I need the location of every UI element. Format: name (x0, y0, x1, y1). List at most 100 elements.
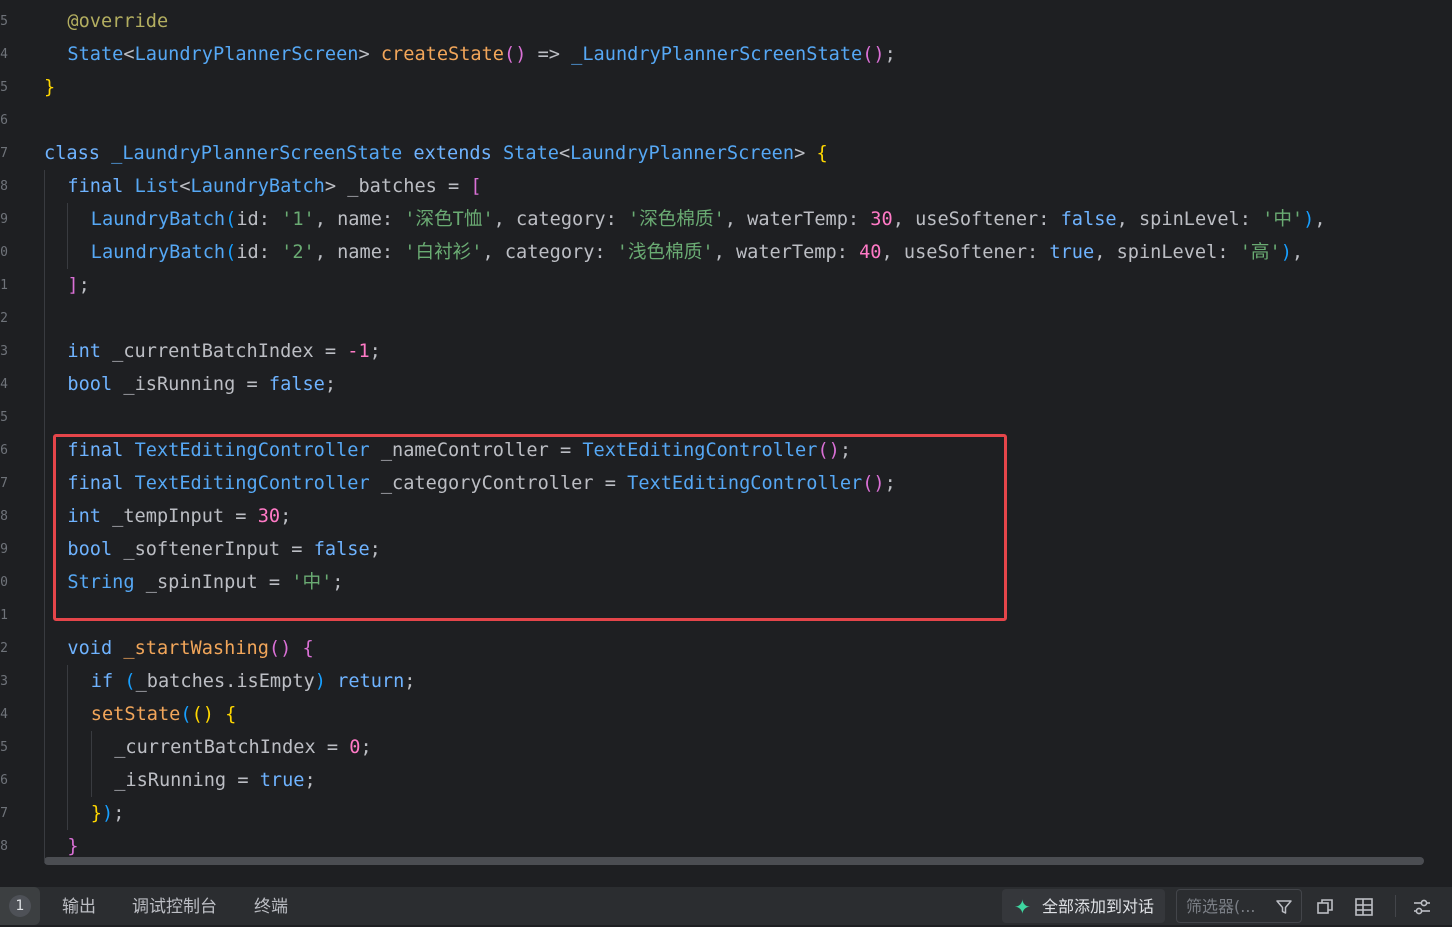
code-token: _LaundryPlannerScreenState (111, 143, 414, 164)
tab-terminal[interactable]: 终端 (254, 887, 288, 925)
code-line[interactable]: } (44, 71, 55, 104)
problems-badge[interactable]: 1 (0, 887, 40, 925)
line-number: 2 (0, 311, 8, 326)
line-number: 3 (0, 674, 8, 689)
line-number: 1 (0, 608, 8, 623)
code-token: } (90, 803, 102, 824)
code-line[interactable]: _currentBatchIndex = 0; (114, 731, 372, 764)
code-token: _isRunning = (123, 374, 269, 395)
code-token: , (1314, 209, 1326, 230)
code-token: , category: (482, 242, 617, 263)
code-token: '浅色棉质' (616, 242, 714, 263)
tab-debug-console[interactable]: 调试控制台 (132, 887, 217, 925)
copy-icon[interactable] (1314, 896, 1336, 918)
code-token: () (191, 704, 214, 725)
code-token: LaundryBatch (190, 176, 325, 197)
line-number: 5 (0, 410, 8, 425)
code-token: '2' (281, 242, 315, 263)
code-token: , category: (493, 209, 628, 230)
code-token: > (794, 143, 817, 164)
code-token: _currentBatchIndex = (114, 737, 350, 758)
code-token: ( (225, 209, 237, 230)
code-editor[interactable]: 5 4 5 6 7 8 9 0 1 2 3 4 5 6 7 8 9 0 1 2 3 4 5 6 7 8 @override Stat… (0, 0, 1452, 870)
code-token: ( (180, 704, 192, 725)
code-token: 0 (349, 737, 361, 758)
code-line[interactable]: class _LaundryPlannerScreenState extends… (44, 137, 828, 170)
code-line[interactable]: ]; (67, 269, 89, 302)
code-token: ; (369, 341, 381, 362)
code-token: LaundryBatch (90, 209, 226, 230)
tab-output[interactable]: 输出 (62, 887, 96, 925)
indent-guide (90, 731, 92, 797)
filter-input[interactable]: 筛选器(... (1176, 889, 1302, 923)
settings-sliders-icon[interactable] (1411, 896, 1433, 918)
line-number: 7 (0, 146, 8, 161)
code-token: ; (324, 374, 337, 395)
line-number: 9 (0, 212, 8, 227)
line-number-gutter: 5 4 5 6 7 8 9 0 1 2 3 4 5 6 7 8 9 0 1 2 3 4 5 6 7 8 (0, 0, 12, 870)
code-token: } (44, 77, 56, 98)
code-token: @override (67, 11, 169, 32)
filter-icon[interactable] (1275, 898, 1293, 916)
line-number: 7 (0, 806, 8, 821)
code-token: ] (67, 275, 79, 296)
code-token: ; (360, 737, 372, 758)
layout-icon[interactable] (1353, 896, 1375, 918)
code-token: setState (90, 704, 181, 725)
code-token: , (1291, 242, 1304, 263)
code-line[interactable]: LaundryBatch(id: '2', name: '白衬衫', categ… (91, 236, 1303, 269)
code-token: > (358, 44, 381, 65)
code-token: , spinLevel: (1094, 242, 1240, 263)
code-token: return (337, 671, 405, 692)
code-token: '白衬衫' (404, 242, 483, 263)
line-number: 4 (0, 377, 8, 392)
code-token: false (1060, 209, 1117, 230)
line-number: 3 (0, 344, 8, 359)
code-token: void (67, 638, 124, 659)
code-line[interactable]: void _startWashing() { (67, 632, 313, 665)
indent-guide (67, 665, 69, 830)
divider (1395, 895, 1396, 917)
code-token: LaundryBatch (90, 242, 226, 263)
code-token: () (504, 44, 527, 65)
code-line[interactable]: @override (67, 5, 168, 38)
code-line[interactable]: int _currentBatchIndex = -1; (67, 335, 380, 368)
code-token: , name: (314, 209, 405, 230)
code-token: { (816, 143, 828, 164)
bottom-panel-bar: 1 输出 调试控制台 终端 ✦ 全部添加到对话 筛选器(... (0, 886, 1452, 925)
line-number: 1 (0, 278, 8, 293)
code-line[interactable]: final List<LaundryBatch> _batches = [ (67, 170, 481, 203)
code-token: '高' (1239, 242, 1281, 263)
code-line[interactable]: State<LaundryPlannerScreen> createState(… (67, 38, 895, 71)
code-line[interactable]: _isRunning = true; (114, 764, 316, 797)
code-token: () (862, 44, 885, 65)
line-number: 8 (0, 179, 8, 194)
code-token: ; (304, 770, 316, 791)
line-number: 0 (0, 575, 8, 590)
horizontal-scrollbar[interactable] (44, 857, 1424, 865)
sparkle-icon: ✦ (1014, 895, 1031, 919)
code-line[interactable]: }); (91, 797, 125, 830)
code-token: } (67, 836, 79, 857)
line-number: 6 (0, 773, 8, 788)
line-number: 5 (0, 80, 8, 95)
add-all-to-chat-button[interactable]: ✦ 全部添加到对话 (1002, 889, 1165, 923)
indent-guide (44, 170, 45, 863)
line-number: 5 (0, 740, 8, 755)
code-token: < (558, 143, 571, 164)
code-token: > _batches = (324, 176, 471, 197)
code-line[interactable]: if (_batches.isEmpty) return; (91, 665, 416, 698)
code-token: , useSoftener: (881, 242, 1050, 263)
line-number: 5 (0, 14, 8, 29)
code-token: int (67, 341, 113, 362)
code-token: < (123, 44, 135, 65)
code-line[interactable]: bool _isRunning = false; (67, 368, 336, 401)
code-line[interactable]: LaundryBatch(id: '1', name: '深色T恤', cate… (91, 203, 1326, 236)
code-line[interactable]: setState(() { (91, 698, 237, 731)
code-token: ) (102, 803, 114, 824)
line-number: 9 (0, 542, 8, 557)
add-all-label: 全部添加到对话 (1042, 897, 1155, 916)
line-number: 8 (0, 509, 8, 524)
